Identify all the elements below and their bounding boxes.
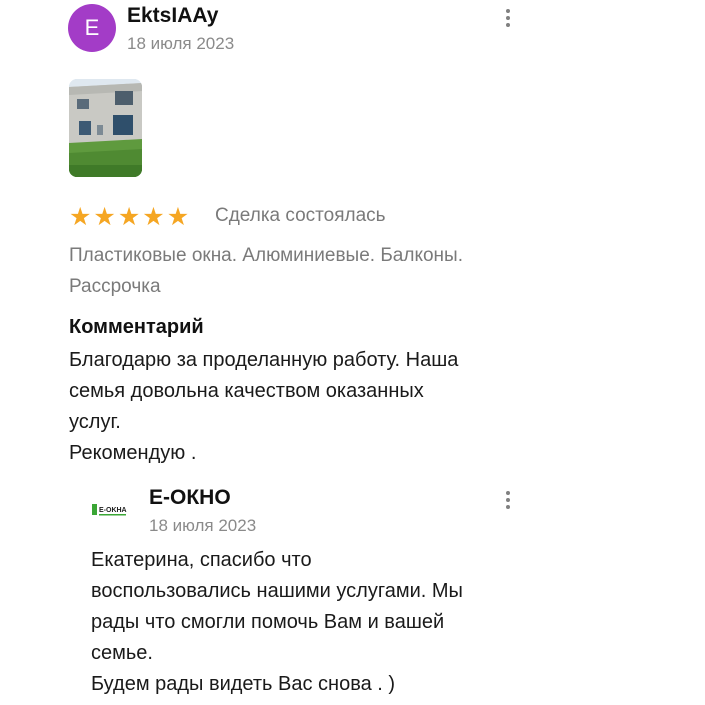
review-photo-thumbnail[interactable] xyxy=(69,79,142,177)
review-date: 18 июля 2023 xyxy=(127,34,235,53)
review-comment-text: Благодарю за проделанную работу. Наша се… xyxy=(69,349,459,464)
reply-more-vertical-icon[interactable] xyxy=(505,491,511,509)
review-more-vertical-icon[interactable] xyxy=(505,9,511,27)
review-service-tags: Пластиковые окна. Алюминиевые. Балконы. … xyxy=(69,245,463,297)
comment-title: Комментарий xyxy=(69,316,204,338)
reply-text: Екатерина, спасибо что воспользовались н… xyxy=(91,549,463,695)
star-icon: ★ xyxy=(117,202,141,231)
deal-status-label: Сделка состоялась xyxy=(215,205,386,226)
avatar-letter: E xyxy=(84,15,100,40)
review-author-name[interactable]: EktsIAAy xyxy=(127,4,218,28)
star-icon: ★ xyxy=(166,202,190,231)
rating-stars: ★ ★ ★ ★ ★ xyxy=(69,203,189,231)
reply-date: 18 июля 2023 xyxy=(149,516,257,535)
reply-author-name[interactable]: Е-ОКНО xyxy=(149,486,231,510)
company-logo-text: E-OKHA xyxy=(99,507,127,514)
review-author-avatar[interactable]: E xyxy=(68,4,116,52)
star-icon: ★ xyxy=(69,202,92,231)
star-icon: ★ xyxy=(142,202,165,231)
star-icon: ★ xyxy=(93,202,116,231)
house-photo-image xyxy=(69,79,142,177)
company-logo: E-OKHA xyxy=(92,500,132,520)
